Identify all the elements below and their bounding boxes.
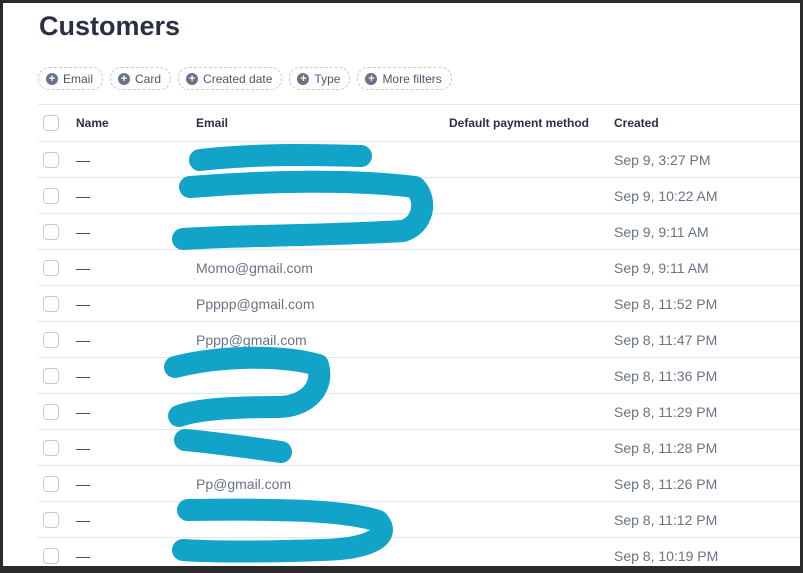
table-row[interactable]: — Sep 8, 11:12 PM (38, 502, 800, 538)
customer-created: Sep 9, 9:11 AM (614, 259, 709, 276)
customer-created: Sep 8, 11:28 PM (614, 439, 718, 456)
row-checkbox[interactable] (43, 367, 59, 384)
table-row[interactable]: — Sep 9, 9:11 AM (38, 214, 800, 250)
customer-name: — (76, 547, 90, 564)
customer-name: — (76, 511, 90, 528)
customer-created: Sep 8, 11:26 PM (614, 475, 718, 492)
customer-email: Pp@gmail.com (196, 475, 292, 492)
table-row[interactable]: — Ppppp@gmail.com Sep 8, 11:52 PM (38, 286, 800, 322)
row-checkbox[interactable] (43, 295, 59, 312)
customer-name: — (76, 403, 90, 420)
column-header-created[interactable]: Created (614, 116, 794, 130)
customer-created: Sep 8, 11:36 PM (614, 367, 718, 384)
customer-name: — (76, 439, 90, 456)
row-checkbox[interactable] (43, 259, 59, 276)
customer-created: Sep 9, 3:27 PM (614, 151, 711, 168)
customer-email: Ppppp@gmail.com (196, 295, 315, 312)
customer-created: Sep 8, 11:47 PM (614, 331, 718, 348)
row-checkbox[interactable] (43, 475, 59, 492)
table-row[interactable]: — Pppp@gmail.com Sep 8, 11:47 PM (38, 322, 800, 358)
more-filters-chip[interactable]: + More filters (357, 67, 452, 90)
column-header-payment[interactable]: Default payment method (449, 116, 614, 130)
filter-type-chip[interactable]: + Type (289, 67, 351, 90)
filter-card-label: Card (135, 71, 162, 86)
customer-name: — (76, 223, 90, 240)
row-checkbox[interactable] (43, 331, 59, 348)
table-row[interactable]: — Sep 8, 11:28 PM (38, 430, 800, 466)
filter-bar: + Email + Card + Created date + Type + M… (38, 67, 452, 90)
row-checkbox[interactable] (43, 151, 59, 168)
plus-circle-icon: + (118, 72, 131, 85)
customer-name: — (76, 367, 90, 384)
customer-name: — (76, 151, 90, 168)
more-filters-label: More filters (382, 71, 442, 86)
customer-created: Sep 8, 11:12 PM (614, 511, 718, 528)
filter-card-chip[interactable]: + Card (110, 67, 172, 90)
row-checkbox[interactable] (43, 187, 59, 204)
table-row[interactable]: — Pp@gmail.com Sep 8, 11:26 PM (38, 466, 800, 502)
customer-created: Sep 8, 11:52 PM (614, 295, 718, 312)
customers-page: Customers + Email + Card + Created date … (3, 3, 800, 566)
table-row[interactable]: — Sep 8, 10:19 PM (38, 538, 800, 566)
plus-circle-icon: + (365, 72, 378, 85)
row-checkbox[interactable] (43, 511, 59, 528)
customer-created: Sep 9, 9:11 AM (614, 223, 709, 240)
table-body: — Sep 9, 3:27 PM — Sep 9, 10:22 AM — Sep 9, 9… (38, 142, 800, 566)
row-checkbox[interactable] (43, 223, 59, 240)
page-title: Customers (39, 11, 181, 41)
customer-created: Sep 8, 11:29 PM (614, 403, 718, 420)
customer-name: — (76, 295, 90, 312)
table-row[interactable]: — Sep 8, 11:36 PM (38, 358, 800, 394)
table-row[interactable]: — Momo@gmail.com Sep 9, 9:11 AM (38, 250, 800, 286)
filter-email-chip[interactable]: + Email (38, 67, 104, 90)
select-all-checkbox[interactable] (43, 115, 59, 131)
row-checkbox[interactable] (43, 547, 59, 564)
filter-email-label: Email (63, 71, 94, 86)
column-header-name[interactable]: Name (76, 116, 196, 130)
filter-created-date-chip[interactable]: + Created date (178, 67, 283, 90)
row-checkbox[interactable] (43, 403, 59, 420)
filter-type-label: Type (314, 71, 341, 86)
customer-created: Sep 9, 10:22 AM (614, 187, 718, 204)
customer-name: — (76, 187, 90, 204)
table-header: Name Email Default payment method Create… (38, 104, 800, 142)
customer-name: — (76, 475, 90, 492)
customer-name: — (76, 331, 90, 348)
customer-email: Momo@gmail.com (196, 259, 313, 276)
filter-created-date-label: Created date (203, 71, 273, 86)
table-row[interactable]: — Sep 9, 3:27 PM (38, 142, 800, 178)
plus-circle-icon: + (186, 72, 199, 85)
plus-circle-icon: + (297, 72, 310, 85)
column-header-email[interactable]: Email (196, 116, 449, 130)
customer-email: Pppp@gmail.com (196, 331, 307, 348)
customers-table: Name Email Default payment method Create… (38, 104, 800, 566)
table-row[interactable]: — Sep 9, 10:22 AM (38, 178, 800, 214)
customer-created: Sep 8, 10:19 PM (614, 547, 719, 564)
plus-circle-icon: + (46, 72, 58, 85)
table-row[interactable]: — Sep 8, 11:29 PM (38, 394, 800, 430)
customer-name: — (76, 259, 90, 276)
row-checkbox[interactable] (43, 439, 59, 456)
